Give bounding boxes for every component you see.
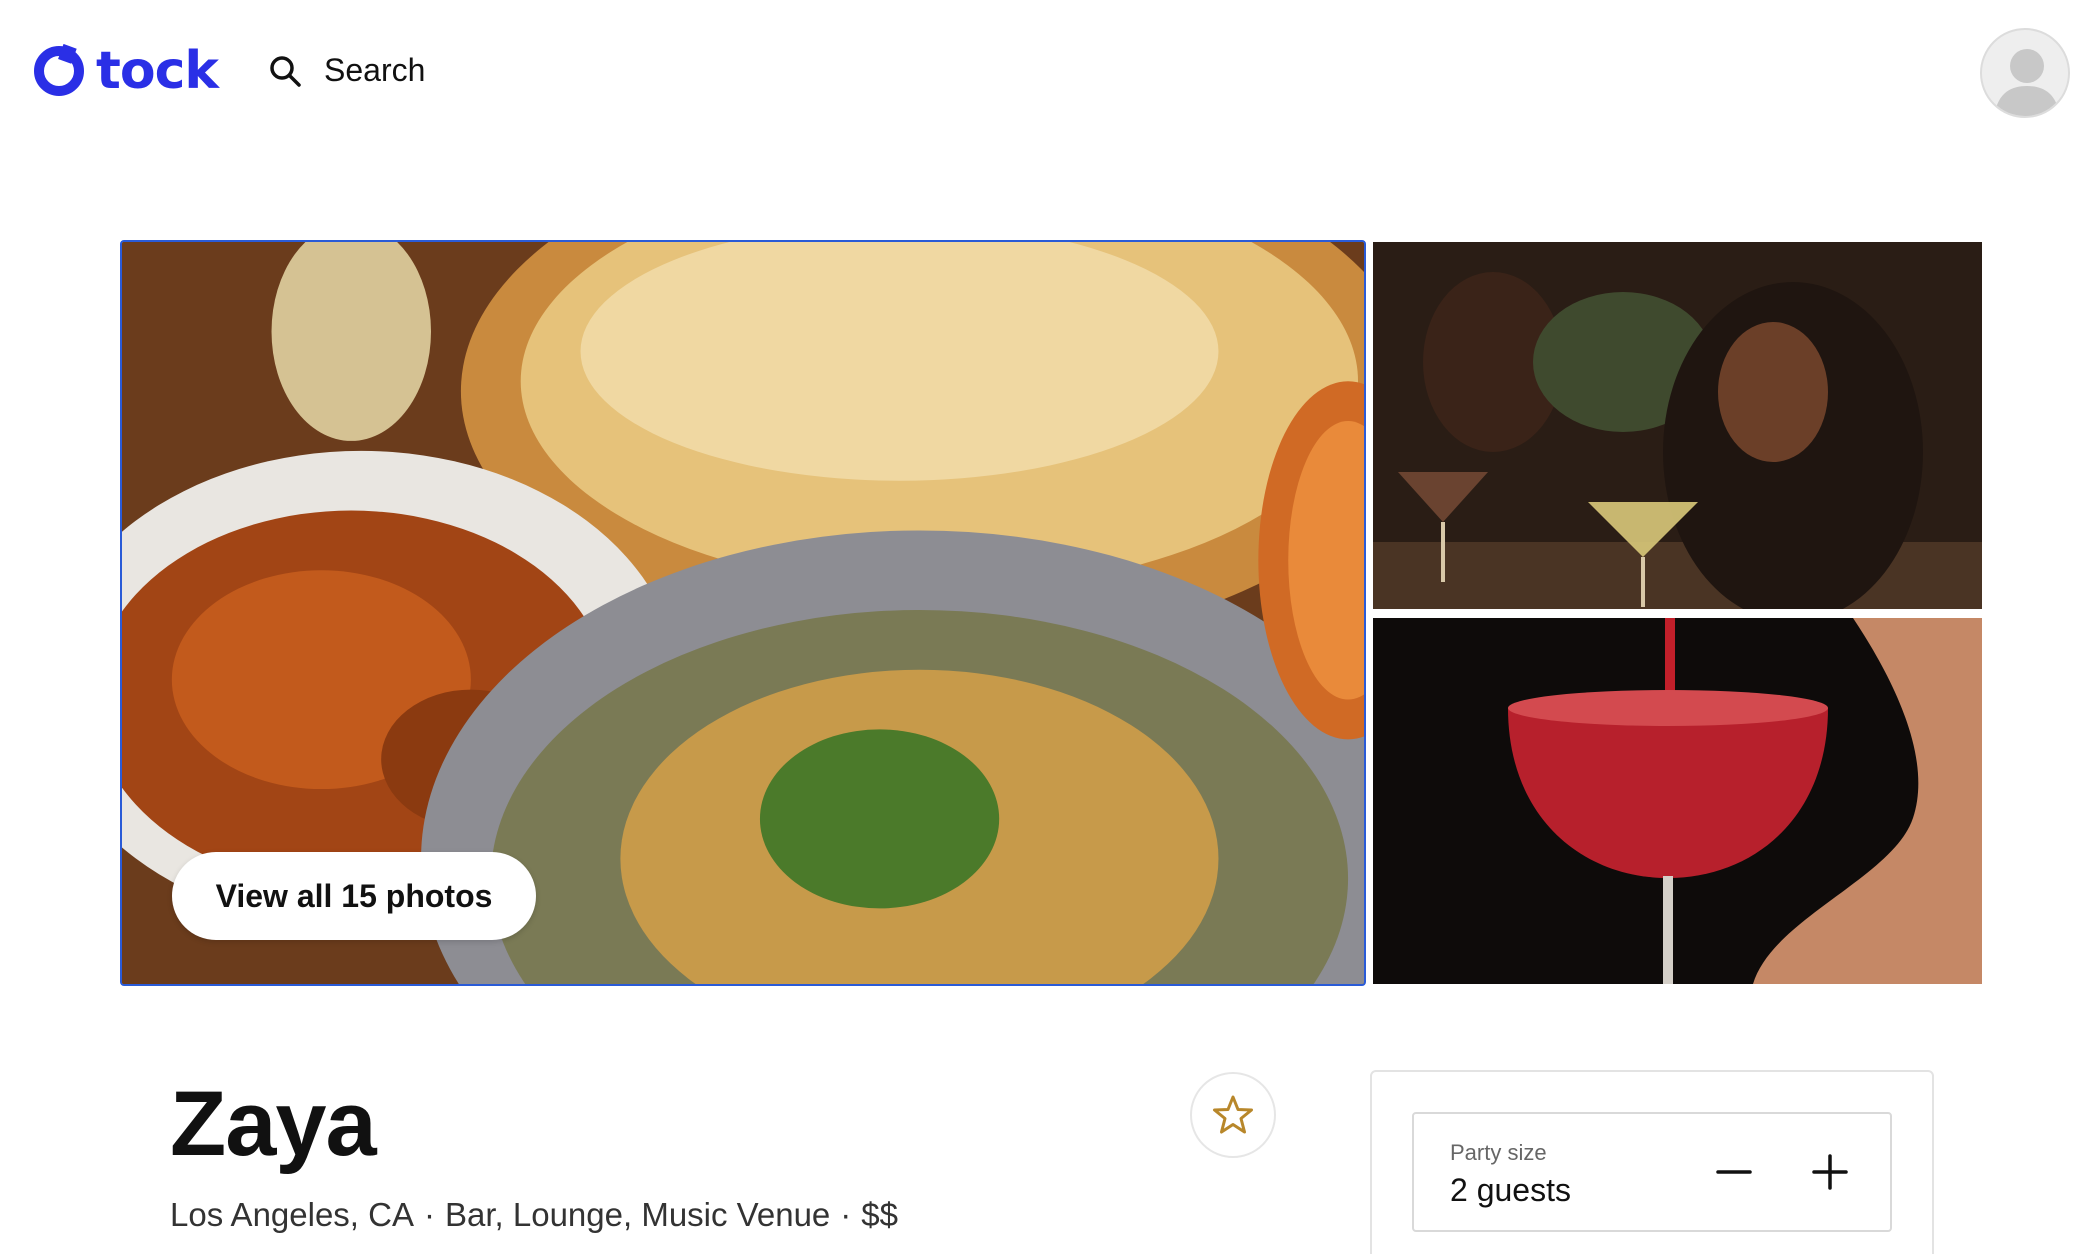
tock-logo-icon [34, 44, 84, 96]
party-size-selector: Party size 2 guests [1412, 1112, 1892, 1232]
plus-icon [1812, 1154, 1848, 1190]
photo-gallery: View all 15 photos [120, 240, 1982, 986]
red-cocktail-photo[interactable] [1373, 618, 1982, 984]
search-label: Search [324, 52, 426, 88]
view-all-photos-button[interactable]: View all 15 photos [172, 852, 536, 940]
restaurant-meta: Los Angeles, CA · Bar, Lounge, Music Ven… [170, 1196, 898, 1234]
user-avatar-icon [1994, 49, 2060, 116]
star-icon [1213, 1095, 1253, 1134]
logo-wordmark: tock [96, 41, 219, 101]
tock-logo[interactable]: tock [32, 41, 219, 101]
top-navigation: tock Search [0, 0, 2098, 148]
decrease-party-size-button[interactable] [1704, 1142, 1764, 1202]
meta-separator: · [424, 1196, 435, 1233]
red-cocktail-image [1373, 618, 1982, 984]
party-size-value: 2 guests [1450, 1172, 1571, 1208]
guests-at-bar-photo[interactable] [1373, 242, 1982, 609]
restaurant-price: $$ [861, 1196, 898, 1233]
search-icon [268, 54, 302, 88]
meta-separator: · [840, 1196, 852, 1233]
booking-panel: Party size 2 guests [1370, 1070, 1934, 1254]
guests-at-bar-image [1373, 242, 1982, 609]
increase-party-size-button[interactable] [1800, 1142, 1860, 1202]
party-size-label: Party size [1450, 1140, 1547, 1165]
minus-icon [1716, 1170, 1752, 1174]
favorite-button[interactable] [1190, 1072, 1276, 1158]
restaurant-location: Los Angeles, CA [170, 1196, 414, 1233]
search-button[interactable]: Search [268, 52, 425, 89]
restaurant-categories: Bar, Lounge, Music Venue [445, 1196, 831, 1233]
restaurant-name: Zaya [170, 1073, 377, 1175]
food-spread-photo[interactable]: View all 15 photos [120, 240, 1366, 986]
user-avatar-button[interactable] [1980, 28, 2070, 118]
